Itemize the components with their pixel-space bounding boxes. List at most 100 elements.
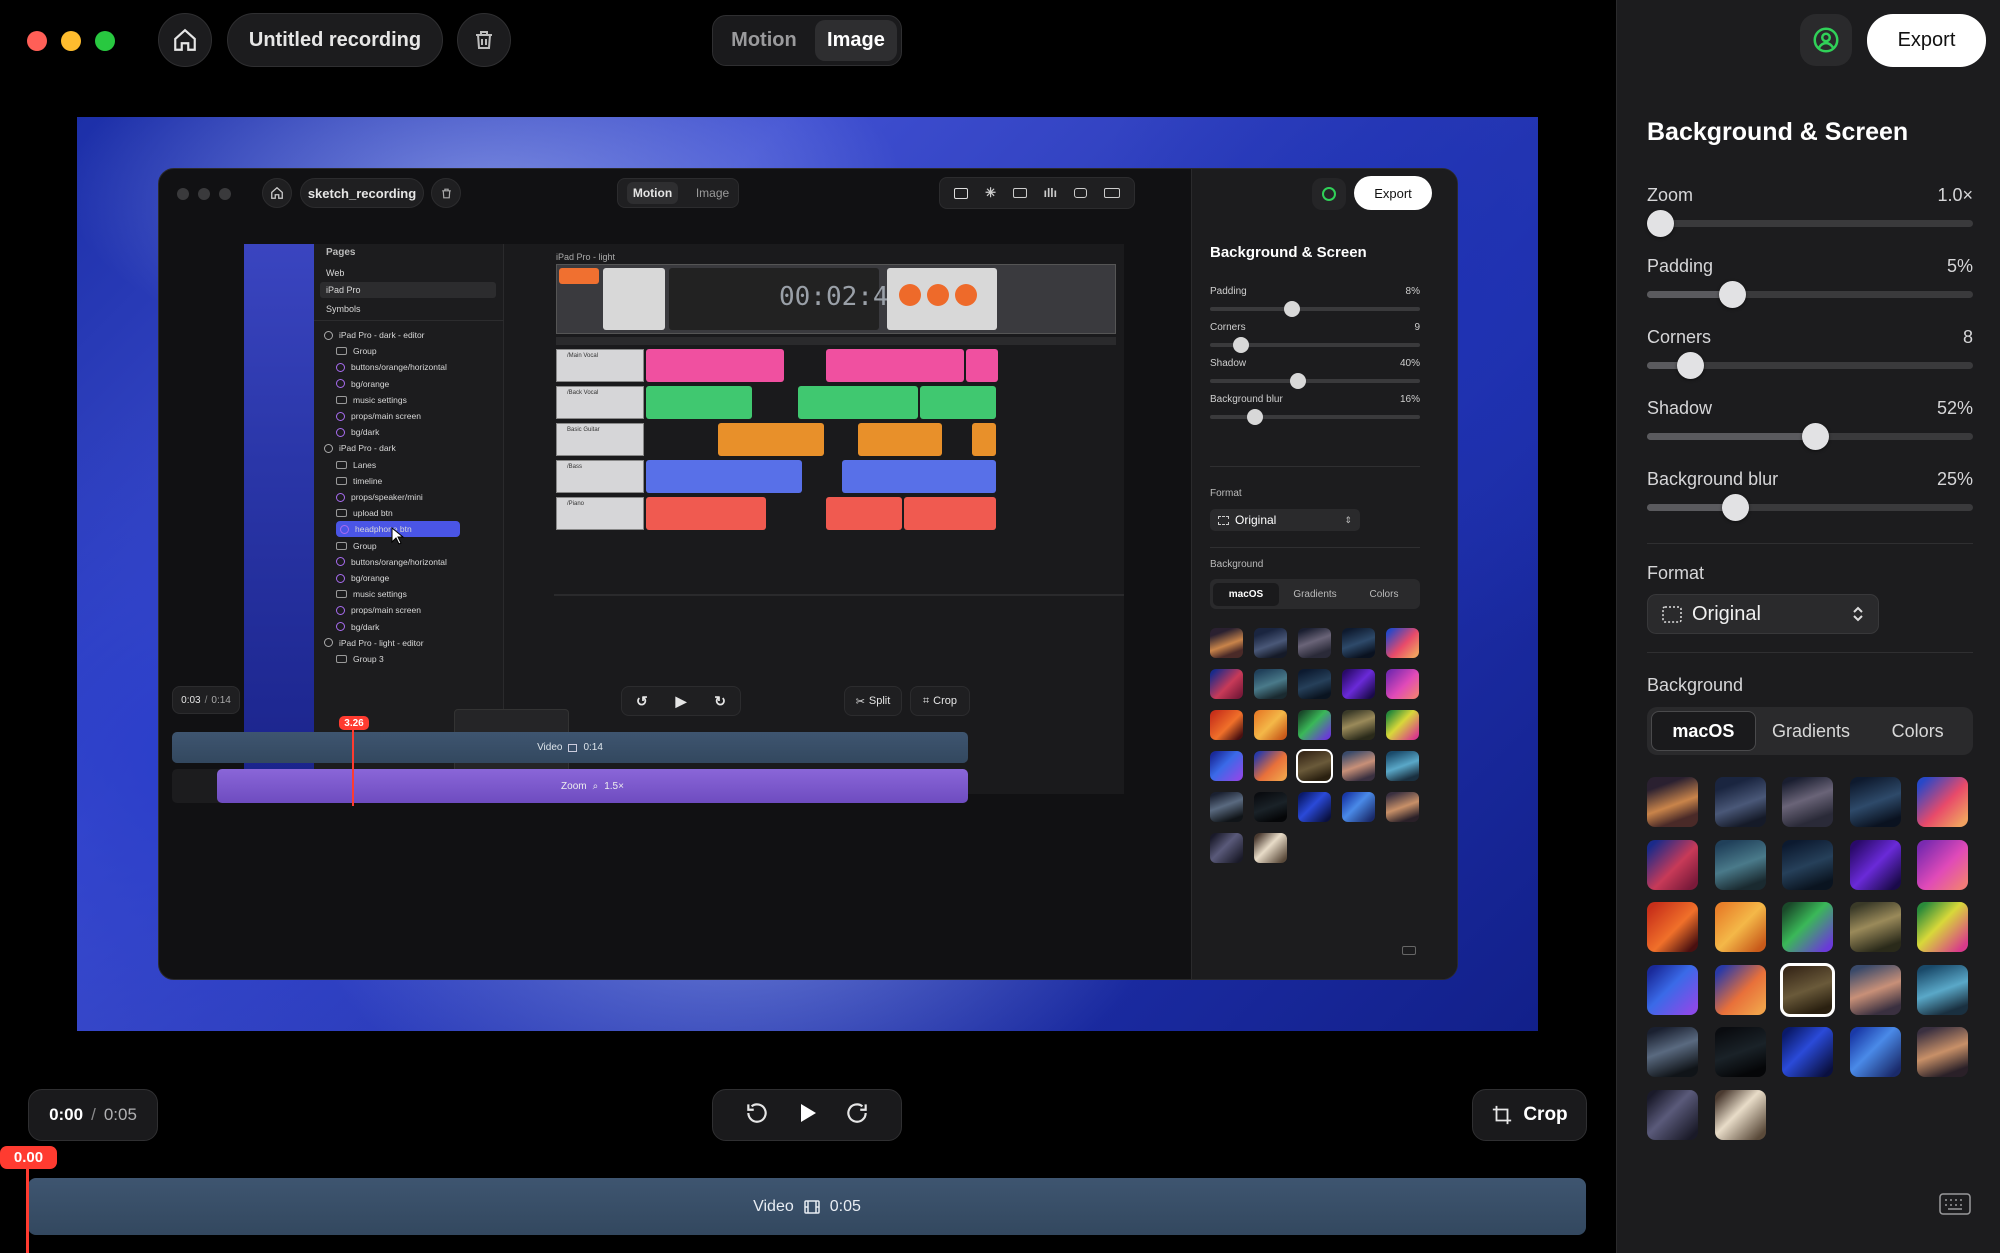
slider-track[interactable] <box>1647 352 1973 379</box>
mode-motion-tab[interactable]: Motion <box>717 20 811 61</box>
maximize-window-button[interactable] <box>95 31 115 51</box>
wallpaper-swatch[interactable] <box>1647 839 1698 890</box>
slider-track[interactable] <box>1647 281 1973 308</box>
forward-button[interactable] <box>844 1100 870 1131</box>
component-icon <box>324 638 333 648</box>
slider-track[interactable] <box>1647 210 1973 237</box>
inner-wallpaper-swatch <box>1342 751 1375 781</box>
slider-fill <box>1647 433 1816 440</box>
editor-bottom <box>554 594 1124 596</box>
slider-track[interactable] <box>1647 423 1973 450</box>
wallpaper-swatch[interactable] <box>1647 964 1698 1015</box>
wallpaper-swatch[interactable] <box>1647 1089 1698 1140</box>
wallpaper-swatch[interactable] <box>1714 902 1766 952</box>
slider-thumb[interactable] <box>1677 352 1704 379</box>
transport-controls <box>712 1089 902 1141</box>
minimize-window-button[interactable] <box>61 31 81 51</box>
slider-track[interactable] <box>1647 494 1973 521</box>
wallpaper-swatch[interactable] <box>1849 777 1901 827</box>
wallpaper-swatch[interactable] <box>1849 902 1901 952</box>
layer-name: bg/orange <box>351 573 390 583</box>
main-window: Untitled recording Motion Image sketch_r… <box>0 0 1616 1253</box>
inner-wallpaper-swatch <box>1298 628 1331 658</box>
wallpaper-swatch[interactable] <box>1917 777 1968 827</box>
wallpaper-swatch[interactable] <box>1780 962 1835 1017</box>
collaborate-button[interactable] <box>1800 14 1852 66</box>
layer-name: iPad Pro - dark <box>339 443 396 454</box>
tab-macos[interactable]: macOS <box>1651 711 1756 751</box>
wallpaper-swatch[interactable] <box>1714 1027 1766 1077</box>
wallpaper-swatch[interactable] <box>1782 777 1833 827</box>
tab-colors[interactable]: Colors <box>1866 711 1969 751</box>
inner-wallpaper-swatch <box>1210 628 1243 658</box>
home-icon <box>174 28 196 51</box>
wallpaper-swatch[interactable] <box>1917 839 1968 890</box>
play-button[interactable] <box>795 1101 819 1130</box>
wallpaper-swatch[interactable] <box>1647 1027 1698 1077</box>
wallpaper-swatch[interactable] <box>1782 902 1833 952</box>
knob-1 <box>899 284 921 306</box>
playhead-badge[interactable]: 0.00 <box>0 1146 57 1169</box>
slider-thumb[interactable] <box>1802 423 1829 450</box>
knob-panel <box>887 268 997 330</box>
format-label: Format <box>1647 563 1705 583</box>
mode-image-tab[interactable]: Image <box>814 20 897 61</box>
play-icon: ▶ <box>675 692 687 709</box>
orange-button <box>559 268 599 284</box>
wallpaper-swatch[interactable] <box>1917 902 1968 952</box>
inner-format-label: Format <box>1210 488 1242 499</box>
inner-wallpaper-swatch <box>1254 710 1287 740</box>
track-name: /Main Vocal <box>567 353 599 359</box>
keyboard-icon[interactable] <box>1939 1193 1971 1215</box>
keyboard-icon <box>1103 188 1120 198</box>
layer-row: Group 3 <box>336 651 384 667</box>
inner-wallpaper-swatch <box>1298 669 1331 699</box>
layer-row: props/main screen <box>336 408 421 424</box>
wallpaper-swatch[interactable] <box>1714 777 1766 827</box>
timer-display: 00:02:48 <box>779 282 905 312</box>
audio-clip <box>904 497 996 530</box>
wallpaper-swatch[interactable] <box>1917 1027 1968 1077</box>
slider-thumb[interactable] <box>1647 210 1674 237</box>
layer-row: iPad Pro - dark - editor <box>324 327 425 343</box>
export-button[interactable]: Export <box>1867 14 1986 67</box>
crop-icon <box>1493 1105 1512 1125</box>
wallpaper-swatch[interactable] <box>1647 777 1698 827</box>
video-track[interactable]: Video 0:05 <box>28 1178 1586 1235</box>
audio-clip <box>826 497 902 530</box>
transport-controls <box>603 268 665 330</box>
tab-gradients[interactable]: Gradients <box>1760 711 1863 751</box>
inner-time-current: 0:03 <box>181 694 201 706</box>
wallpaper-swatch[interactable] <box>1849 839 1901 890</box>
slider-thumb[interactable] <box>1719 281 1746 308</box>
rewind-button[interactable] <box>744 1100 770 1131</box>
layer-row: Lanes <box>336 457 376 473</box>
close-window-button[interactable] <box>27 31 47 51</box>
wallpaper-swatch[interactable] <box>1714 1089 1766 1140</box>
mode-switch: Motion Image <box>712 15 902 66</box>
playhead-line[interactable] <box>26 1166 29 1253</box>
wallpaper-swatch[interactable] <box>1714 964 1766 1015</box>
layer-name: Lanes <box>353 459 377 470</box>
home-button[interactable] <box>158 13 212 67</box>
layer-name: music settings <box>353 589 407 600</box>
delete-button[interactable] <box>457 13 511 67</box>
home-icon <box>271 186 283 199</box>
slider-value: 25% <box>1936 469 1973 489</box>
recording-title[interactable]: Untitled recording <box>227 13 443 67</box>
inner-wallpaper-swatch <box>1298 792 1331 822</box>
crop-button[interactable]: Crop <box>1472 1089 1587 1141</box>
format-select[interactable]: Original <box>1647 594 1879 634</box>
inner-wallpaper-swatch <box>1254 833 1287 863</box>
wallpaper-swatch[interactable] <box>1714 839 1766 890</box>
wallpaper-swatch[interactable] <box>1917 964 1968 1015</box>
slider-thumb[interactable] <box>1722 494 1749 521</box>
wallpaper-swatch[interactable] <box>1849 1027 1901 1077</box>
layer-name: buttons/orange/horizontal <box>351 362 447 373</box>
audio-clip <box>966 349 998 382</box>
wallpaper-swatch[interactable] <box>1647 902 1698 952</box>
wallpaper-swatch[interactable] <box>1782 1027 1833 1077</box>
wallpaper-swatch[interactable] <box>1849 964 1901 1015</box>
inner-slider-track <box>1210 337 1420 353</box>
wallpaper-swatch[interactable] <box>1782 839 1833 890</box>
